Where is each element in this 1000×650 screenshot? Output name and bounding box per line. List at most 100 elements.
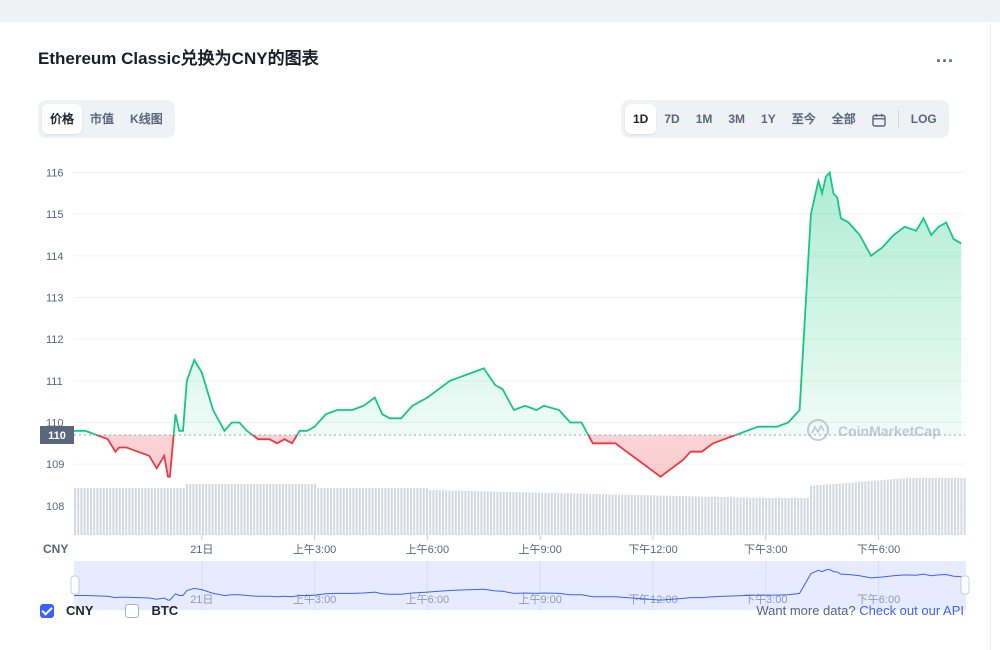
volume-bar (509, 491, 512, 535)
volume-bar (333, 488, 336, 535)
volume-bar (352, 488, 355, 535)
volume-bar (576, 493, 579, 535)
volume-bar (275, 484, 278, 535)
volume-bar (198, 484, 201, 535)
volume-bar (909, 478, 912, 535)
volume-bar (803, 498, 806, 535)
volume-bar (720, 497, 723, 535)
btc-checkbox[interactable] (125, 603, 140, 618)
volume-bar (477, 491, 480, 535)
volume-bar (531, 492, 534, 535)
volume-bar (646, 495, 649, 535)
volume-bar (954, 478, 956, 535)
navigator-tick-label: 上午9:00 (518, 593, 561, 606)
volume-bar (461, 490, 464, 535)
volume-bar (323, 488, 326, 535)
x-tick-label: 下午3:00 (744, 543, 787, 556)
volume-bar (394, 488, 396, 535)
volume-bar (534, 492, 537, 535)
volume-bar (230, 484, 233, 535)
volume-bar (416, 488, 419, 535)
volume-bar (176, 488, 179, 535)
volume-bar (685, 496, 688, 535)
navigator-tick-label: 上午6:00 (406, 593, 449, 606)
volume-bar (730, 497, 732, 535)
volume-bar (797, 498, 800, 535)
volume-bar (202, 484, 204, 535)
volume-bar (291, 484, 294, 535)
volume-bar (784, 498, 787, 535)
volume-bar (195, 484, 198, 535)
volume-bar (128, 488, 131, 535)
volume-bar (678, 496, 681, 535)
volume-bar (931, 478, 934, 535)
volume-bar (675, 495, 678, 535)
volume-bar (723, 497, 726, 535)
volume-bar (150, 488, 153, 535)
volume-bar (733, 497, 736, 535)
volume-bar (451, 490, 454, 535)
volume-bar (902, 478, 905, 535)
volume-bar (141, 488, 144, 535)
volume-bar (666, 495, 668, 535)
volume-bar (774, 498, 777, 535)
volume-bar (499, 491, 502, 535)
volume-bar (557, 493, 560, 535)
volume-bar (426, 488, 428, 535)
volume-bar (816, 485, 819, 535)
volume-bar (851, 482, 854, 535)
volume-bar (950, 478, 953, 535)
volume-bar (435, 490, 438, 535)
x-tick-label: 下午6:00 (857, 543, 900, 556)
btc-label: BTC (151, 603, 179, 618)
volume-bar (829, 484, 832, 535)
y-tick-label: 116 (46, 168, 64, 180)
navigator-right-handle[interactable] (960, 575, 970, 595)
volume-bar (810, 485, 812, 535)
volume-bar (384, 488, 387, 535)
volume-bar (694, 496, 697, 535)
volume-bar (406, 488, 409, 535)
volume-bar (342, 488, 345, 535)
volume-bar (246, 484, 249, 535)
volume-bar (218, 484, 220, 535)
volume-bar (918, 478, 921, 535)
volume-bar (131, 488, 134, 535)
volume-bar (742, 497, 745, 535)
volume-bar (928, 478, 931, 535)
volume-bar (554, 493, 556, 535)
volume-bar (883, 479, 886, 535)
volume-bar (221, 484, 224, 535)
volume-bar (710, 496, 713, 535)
volume-bar (746, 497, 748, 535)
volume-bar (102, 488, 105, 535)
volume-bar (234, 484, 236, 535)
volume-bar (838, 483, 841, 535)
volume-bar (467, 490, 470, 535)
volume-bar (211, 484, 214, 535)
volume-bar (285, 484, 288, 535)
volume-bar (858, 481, 860, 535)
volume-bar (480, 491, 483, 535)
volume-bar (906, 478, 908, 535)
volume-bar (957, 478, 960, 535)
volume-bar (662, 495, 665, 535)
volume-bar (739, 497, 742, 535)
volume-bar (544, 492, 547, 535)
price-chart[interactable]: CoinMarketCap 11611511411311211111010910… (0, 0, 1000, 620)
volume-bar (272, 484, 275, 535)
volume-bar (570, 493, 572, 535)
api-link[interactable]: Check out our API (859, 603, 964, 618)
volume-bar (624, 494, 627, 535)
volume-bar (419, 488, 422, 535)
volume-bar (800, 498, 803, 535)
navigator-left-handle[interactable] (70, 575, 80, 595)
volume-bar (205, 484, 208, 535)
volume-bar (362, 488, 364, 535)
volume-bar (595, 494, 598, 535)
y-tick-label: 114 (46, 251, 64, 263)
y-tick-label: 112 (46, 334, 64, 346)
volume-bar (602, 494, 604, 535)
x-tick-label: 上午6:00 (406, 543, 449, 556)
cny-checkbox[interactable] (40, 603, 54, 618)
